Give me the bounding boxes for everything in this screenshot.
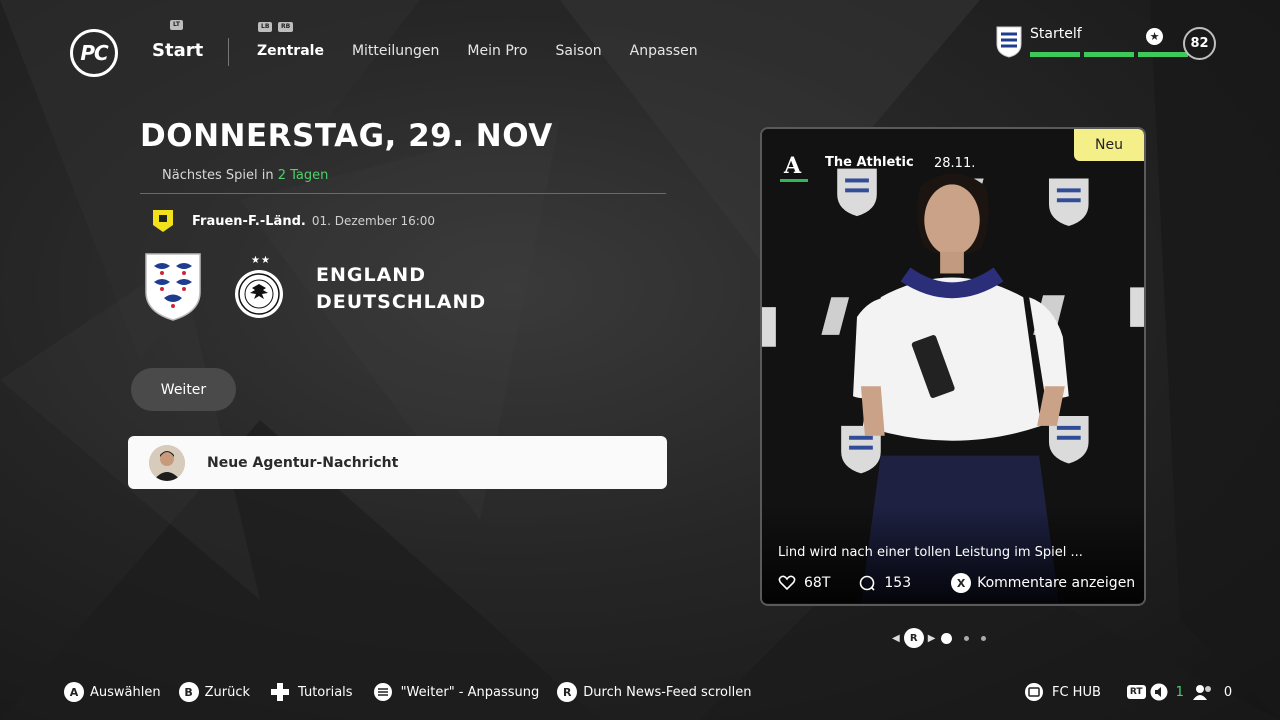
club-name: Startelf — [1030, 26, 1082, 42]
feed-headline: Lind wird nach einer tollen Leistung im … — [778, 545, 1083, 560]
tab-zentrale[interactable]: Zentrale — [257, 43, 324, 59]
controller-hints: A Auswählen B Zurück Tutorials "Weiter" … — [64, 681, 769, 703]
x-button-icon: X — [951, 573, 972, 593]
fc-hub-icon — [1025, 683, 1043, 701]
pager-dot[interactable] — [964, 635, 970, 641]
menu-icon — [373, 683, 392, 701]
nav-tabs: Zentrale Mitteilungen Mein Pro Saison An… — [257, 43, 726, 59]
heart-icon[interactable] — [778, 574, 796, 592]
b-button-icon: B — [178, 682, 199, 702]
tab-anpassen[interactable]: Anpassen — [630, 43, 698, 59]
comment-icon — [860, 575, 875, 591]
feed-stats: 68T 153 X Kommentare anzeigen — [778, 573, 1135, 593]
pager-dot[interactable] — [981, 635, 987, 641]
tab-mein-pro[interactable]: Mein Pro — [467, 43, 527, 59]
form-bar — [1084, 52, 1134, 57]
overall-rating-badge: 82 — [1183, 27, 1216, 60]
form-bar — [1030, 52, 1080, 57]
nav-start[interactable]: Start — [152, 40, 203, 61]
next-match-prefix: Nächstes Spiel in — [162, 168, 274, 183]
nav-divider — [228, 38, 229, 66]
fc-hub-label[interactable]: FC HUB — [1052, 685, 1101, 700]
hint-customize[interactable]: "Weiter" - Anpassung — [371, 682, 540, 702]
england-crest-icon — [145, 253, 201, 321]
system-status: FC HUB RT 1 0 — [1024, 681, 1232, 703]
hint-select[interactable]: A Auswählen — [64, 682, 161, 702]
hint-tutorials[interactable]: Tutorials — [268, 682, 353, 702]
new-badge: Neu — [1074, 129, 1144, 161]
rt-button-icon: RT — [1126, 685, 1146, 699]
page-title: DONNERSTAG, 29. NOV — [140, 118, 553, 154]
r-stick-icon: R — [557, 682, 578, 702]
pc-logo: PC — [70, 29, 118, 77]
player-photo — [762, 129, 1144, 604]
view-comments-button[interactable]: Kommentare anzeigen — [977, 575, 1135, 591]
agency-news-label: Neue Agentur-Nachricht — [207, 454, 399, 471]
competition-name: Frauen-F.-Länd. — [192, 213, 306, 229]
a-button-icon: A — [64, 682, 84, 702]
svg-text:A: A — [783, 153, 802, 179]
star-icon: ★ — [1146, 28, 1163, 45]
germany-crest-icon: ★ ★ — [235, 255, 283, 318]
tab-mitteilungen[interactable]: Mitteilungen — [352, 43, 439, 59]
feed-date: 28.11. — [934, 156, 976, 171]
agency-news-card[interactable]: Neue Agentur-Nachricht — [128, 436, 667, 489]
voice-count: 1 — [1175, 684, 1184, 700]
team-names: ENGLAND DEUTSCHLAND — [316, 262, 486, 316]
speaker-icon[interactable] — [1150, 683, 1168, 701]
pager-dot-active[interactable] — [941, 632, 953, 644]
continue-button[interactable]: Weiter — [131, 368, 236, 411]
away-team-name: DEUTSCHLAND — [316, 291, 487, 313]
hint-label: Zurück — [204, 684, 250, 700]
club-status: Startelf ★ — [996, 26, 1188, 62]
r-button-icon: R — [903, 628, 924, 648]
lt-hint: LT — [170, 20, 183, 30]
agent-portrait — [149, 444, 185, 481]
hint-back[interactable]: B Zurück — [178, 682, 250, 702]
next-match-days: 2 Tagen — [277, 168, 329, 183]
the-athletic-logo: A — [780, 153, 808, 182]
form-bar — [1138, 52, 1188, 57]
svg-text:★: ★ — [261, 255, 270, 266]
divider — [140, 193, 666, 194]
lb-hint: LB — [258, 22, 273, 32]
party-icon[interactable] — [1192, 683, 1214, 701]
news-feed-card[interactable]: Neu A The Athletic 28.11. Lind wird nach… — [760, 127, 1146, 606]
feed-source: The Athletic — [825, 155, 914, 170]
competition-icon — [153, 210, 173, 232]
pc-logo-text: PC — [80, 41, 108, 65]
hint-label: "Weiter" - Anpassung — [400, 684, 540, 700]
hint-label: Auswählen — [90, 684, 161, 700]
rb-hint: RB — [278, 22, 294, 32]
comments-count: 153 — [884, 575, 912, 591]
competition-row: Frauen-F.-Länd. 01. Dezember 16:00 — [152, 209, 435, 233]
england-crest-icon — [996, 26, 1022, 58]
dpad-icon — [271, 683, 289, 701]
svg-text:★: ★ — [251, 255, 260, 266]
feed-pager: ◀ R ▶ — [892, 628, 987, 648]
home-team-name: ENGLAND — [316, 264, 426, 286]
hint-label: Durch News-Feed scrollen — [583, 684, 752, 700]
next-match-text: Nächstes Spiel in 2 Tagen — [162, 168, 328, 183]
avatar — [149, 444, 185, 481]
hint-scroll-feed[interactable]: R Durch News-Feed scrollen — [557, 682, 751, 702]
chevron-left-icon: ◀ — [892, 632, 900, 644]
likes-count: 68T — [804, 575, 831, 591]
hint-label: Tutorials — [298, 684, 353, 700]
chevron-right-icon: ▶ — [927, 632, 936, 644]
club-form-bars — [1030, 52, 1188, 57]
tab-saison[interactable]: Saison — [556, 43, 602, 59]
kickoff-time: 01. Dezember 16:00 — [311, 214, 436, 228]
party-count: 0 — [1223, 684, 1233, 700]
